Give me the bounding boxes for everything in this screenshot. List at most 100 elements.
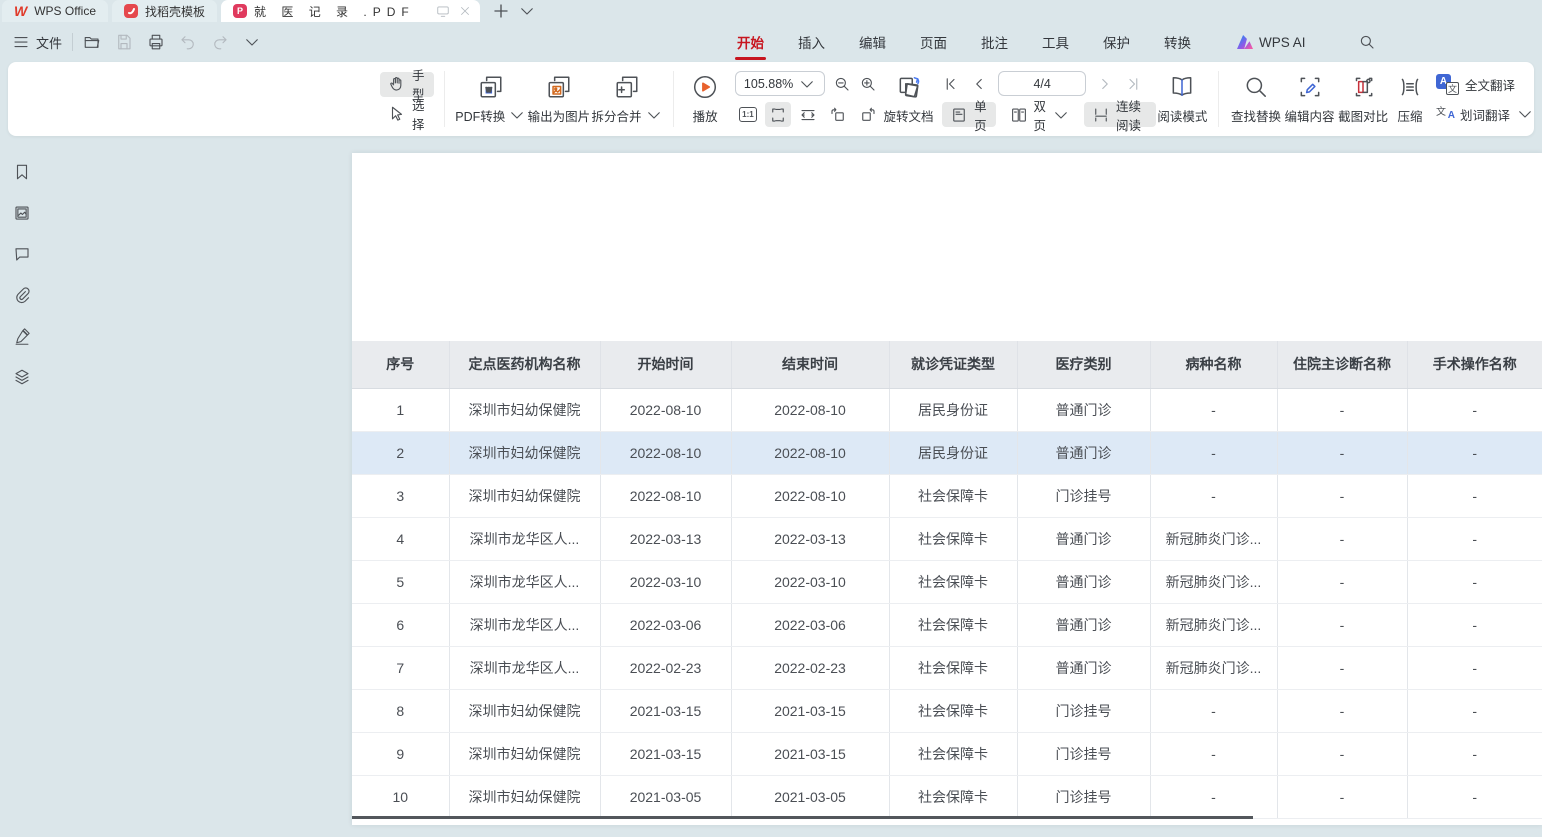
cell-disease-name: -	[1150, 474, 1277, 517]
redo-icon[interactable]	[211, 33, 229, 51]
cell-end-time: 2022-02-23	[731, 646, 889, 689]
monitor-share-icon[interactable]	[436, 4, 450, 18]
cell-end-time: 2021-03-15	[731, 732, 889, 775]
menu-tab-convert[interactable]: 转换	[1162, 22, 1193, 62]
bookmark-panel-button[interactable]	[10, 160, 34, 184]
continuous-reading-button[interactable]: 连续阅读	[1084, 102, 1156, 127]
close-tab-icon[interactable]	[458, 4, 472, 18]
read-mode-button[interactable]: 阅读模式	[1156, 62, 1208, 136]
screenshot-compare-button[interactable]: 截图对比	[1336, 62, 1390, 136]
cell-certificate-type: 社会保障卡	[889, 603, 1017, 646]
double-page-button[interactable]: 双页	[1002, 102, 1079, 127]
select-tool-button[interactable]: 选择	[380, 102, 434, 127]
open-folder-icon[interactable]	[83, 33, 101, 51]
cell-operation-name: -	[1407, 474, 1542, 517]
zoom-out-icon[interactable]	[833, 75, 851, 93]
single-page-button[interactable]: 单页	[942, 102, 995, 127]
fit-width-button[interactable]	[795, 102, 821, 127]
previous-page-icon[interactable]	[970, 75, 988, 93]
select-tool-label: 选择	[412, 95, 426, 133]
tab-docer-templates[interactable]: 找稻壳模板	[112, 0, 217, 22]
cell-certificate-type: 居民身份证	[889, 431, 1017, 474]
zoom-level-select[interactable]: 105.88%	[735, 71, 825, 96]
menu-tab-page[interactable]: 页面	[918, 22, 949, 62]
cell-institution: 深圳市龙华区人...	[449, 646, 600, 689]
export-image-label: 输出为图片	[528, 106, 591, 125]
cell-main-diagnosis: -	[1277, 646, 1407, 689]
export-image-button[interactable]: 输出为图片	[526, 62, 591, 136]
fit-page-button[interactable]	[765, 102, 791, 127]
cell-index: 8	[352, 689, 449, 732]
menu-tab-protect[interactable]: 保护	[1101, 22, 1132, 62]
full-text-translate-label: 全文翻译	[1465, 75, 1515, 94]
cell-institution: 深圳市妇幼保健院	[449, 689, 600, 732]
tab-document-pdf[interactable]: P 就 医 记 录 .PDF	[221, 0, 480, 22]
single-page-icon	[950, 106, 968, 124]
next-page-icon[interactable]	[1096, 75, 1114, 93]
menu-tab-tools[interactable]: 工具	[1040, 22, 1071, 62]
menu-tab-edit[interactable]: 编辑	[857, 22, 888, 62]
divider	[1218, 71, 1219, 127]
new-tab-icon[interactable]	[492, 2, 510, 20]
page-number-input[interactable]	[998, 71, 1086, 96]
table-body: 1 深圳市妇幼保健院 2022-08-10 2022-08-10 居民身份证 普…	[352, 388, 1542, 818]
split-merge-label: 拆分合并	[592, 106, 642, 125]
cell-index: 10	[352, 775, 449, 818]
table-row: 2 深圳市妇幼保健院 2022-08-10 2022-08-10 居民身份证 普…	[352, 431, 1542, 474]
hand-tool-button[interactable]: 手型	[380, 72, 434, 97]
menu-tab-comment[interactable]: 批注	[979, 22, 1010, 62]
cell-operation-name: -	[1407, 775, 1542, 818]
word-translate-button[interactable]: 文A 划词翻译	[1436, 102, 1534, 127]
save-icon[interactable]	[115, 33, 133, 51]
cell-disease-name: -	[1150, 689, 1277, 732]
ribbon-tabs: 开始 插入 编辑 页面 批注 工具 保护 转换 WPS AI	[735, 22, 1376, 62]
split-merge-button[interactable]: 拆分合并	[592, 62, 663, 136]
layers-panel-button[interactable]	[10, 365, 34, 389]
cell-certificate-type: 社会保障卡	[889, 646, 1017, 689]
rotate-document-button[interactable]: 旋转文档	[881, 62, 936, 136]
cell-end-time: 2022-03-06	[731, 603, 889, 646]
pdf-convert-button[interactable]: W PDF转换	[455, 62, 526, 136]
wps-ai-label: WPS AI	[1259, 35, 1306, 50]
cell-medical-category: 门诊挂号	[1017, 775, 1150, 818]
signature-panel-button[interactable]	[10, 324, 34, 348]
quick-access-chevron-icon[interactable]	[243, 33, 261, 51]
search-icon[interactable]	[1358, 33, 1376, 51]
comment-panel-button[interactable]	[10, 242, 34, 266]
undo-icon[interactable]	[179, 33, 197, 51]
menu-tab-insert[interactable]: 插入	[796, 22, 827, 62]
first-page-icon[interactable]	[942, 75, 960, 93]
edit-content-button[interactable]: 编辑内容	[1283, 62, 1337, 136]
compress-label: 压缩	[1397, 106, 1422, 125]
file-menu-button[interactable]: 文件	[12, 33, 62, 52]
wps-ai-button[interactable]: WPS AI	[1237, 35, 1306, 50]
find-replace-button[interactable]: 查找替换	[1229, 62, 1283, 136]
tab-wps-office[interactable]: W WPS Office	[2, 0, 108, 22]
table-row: 10 深圳市妇幼保健院 2021-03-05 2021-03-05 社会保障卡 …	[352, 775, 1542, 818]
cell-medical-category: 门诊挂号	[1017, 474, 1150, 517]
cell-start-time: 2022-03-10	[600, 560, 731, 603]
table-header-cell: 开始时间	[600, 341, 731, 388]
image-panel-button[interactable]	[10, 201, 34, 225]
rotate-left-button[interactable]	[825, 102, 851, 127]
attachment-panel-button[interactable]	[10, 283, 34, 307]
cell-medical-category: 门诊挂号	[1017, 689, 1150, 732]
print-icon[interactable]	[147, 33, 165, 51]
pdf-page[interactable]: 序号定点医药机构名称开始时间结束时间就诊凭证类型医疗类别病种名称住院主诊断名称手…	[352, 153, 1542, 825]
table-header-cell: 手术操作名称	[1407, 341, 1542, 388]
table-row: 6 深圳市龙华区人... 2022-03-06 2022-03-06 社会保障卡…	[352, 603, 1542, 646]
double-page-label: 双页	[1034, 96, 1047, 134]
play-button[interactable]: 播放	[683, 62, 727, 136]
tab-list-chevron-icon[interactable]	[518, 2, 536, 20]
zoom-in-icon[interactable]	[859, 75, 877, 93]
actual-size-button[interactable]: 1:1	[735, 102, 761, 127]
compress-button[interactable]: 压缩	[1390, 62, 1430, 136]
last-page-icon[interactable]	[1124, 75, 1142, 93]
full-text-translate-button[interactable]: A文 全文翻译	[1436, 72, 1534, 97]
continuous-reading-icon	[1092, 106, 1110, 124]
cell-index: 2	[352, 431, 449, 474]
rotate-right-button[interactable]	[855, 102, 881, 127]
cell-disease-name: -	[1150, 775, 1277, 818]
cell-end-time: 2022-08-10	[731, 431, 889, 474]
menu-tab-home[interactable]: 开始	[735, 22, 766, 62]
